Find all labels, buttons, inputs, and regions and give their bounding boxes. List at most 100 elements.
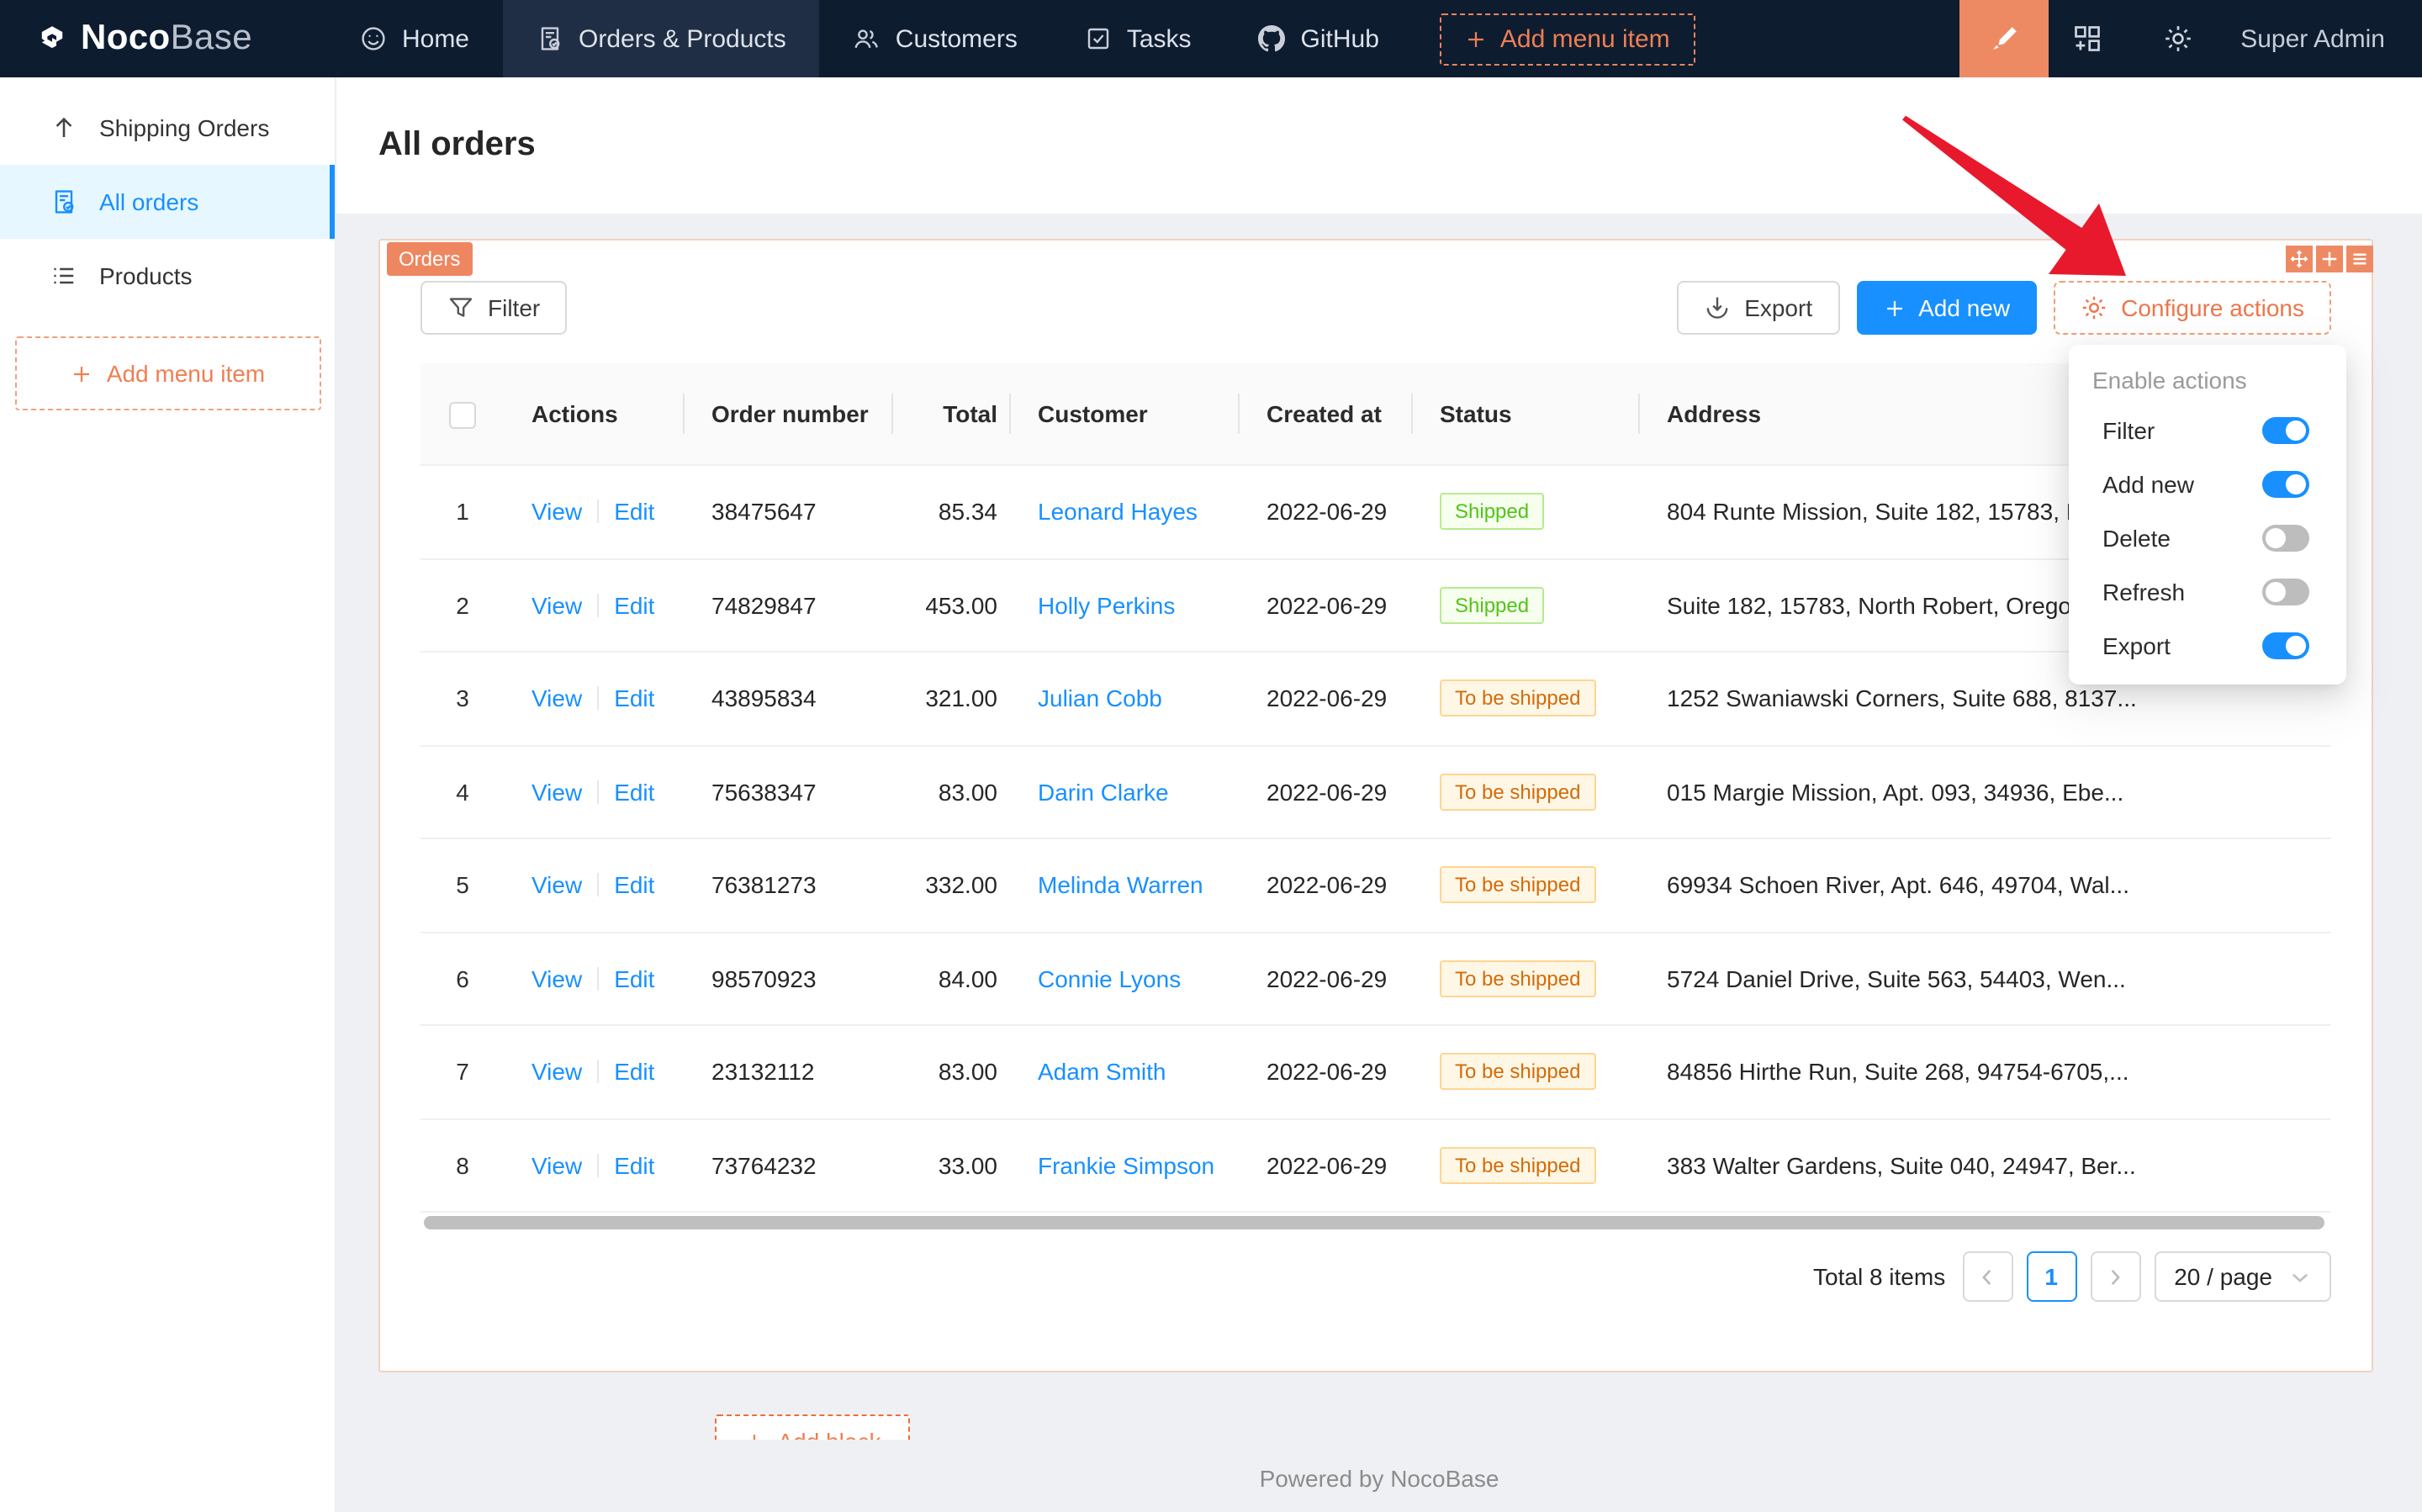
add-block-button[interactable]: Add block bbox=[715, 1414, 910, 1440]
toolbar-right: Export Add new Configure actions bbox=[1677, 281, 2331, 335]
customer-link[interactable]: Holly Perkins bbox=[1038, 592, 1175, 619]
navbar-menu: HomeOrders & ProductsCustomers Tasks GitHu… bbox=[326, 0, 1413, 77]
header-actions: Actions bbox=[505, 400, 685, 427]
edit-link[interactable]: Edit bbox=[614, 779, 654, 806]
edit-link[interactable]: Edit bbox=[614, 685, 654, 712]
gear-icon bbox=[2081, 294, 2107, 321]
edit-link[interactable]: Edit bbox=[614, 499, 654, 526]
address-cell: 1252 Swaniawski Corners, Suite 688, 8137… bbox=[1640, 685, 2331, 712]
nav-item-customers[interactable]: Customers bbox=[820, 0, 1051, 77]
customer-link[interactable]: Frankie Simpson bbox=[1038, 1152, 1214, 1179]
action-divider bbox=[597, 874, 599, 897]
status-cell: To be shipped bbox=[1413, 960, 1640, 997]
view-link[interactable]: View bbox=[531, 592, 582, 619]
toggle-switch-refresh[interactable] bbox=[2262, 579, 2309, 605]
edit-link[interactable]: Edit bbox=[614, 965, 654, 992]
toggle-switch-filter[interactable] bbox=[2262, 417, 2309, 444]
dropdown-group-title: Enable actions bbox=[2069, 353, 2346, 404]
nav-item-label: Tasks bbox=[1127, 24, 1192, 53]
edit-link[interactable]: Edit bbox=[614, 1059, 654, 1086]
toggle-switch-add-new[interactable] bbox=[2262, 471, 2309, 498]
plugin-manager-button[interactable] bbox=[2049, 0, 2126, 77]
view-link[interactable]: View bbox=[531, 779, 582, 806]
plugin-grid-icon bbox=[2072, 24, 2102, 54]
block-menu-icon[interactable] bbox=[2346, 246, 2373, 272]
export-button[interactable]: Export bbox=[1677, 281, 1839, 335]
sidebar-item-products[interactable]: Products bbox=[0, 239, 335, 313]
navbar-add-menu-item-button[interactable]: Add menu item bbox=[1440, 13, 1695, 65]
nav-item-home[interactable]: Home bbox=[326, 0, 503, 77]
filter-button-label: Filter bbox=[488, 294, 540, 321]
toggle-switch-export[interactable] bbox=[2262, 632, 2309, 659]
settings-button[interactable] bbox=[2139, 0, 2217, 77]
ui-editor-button[interactable] bbox=[1959, 0, 2049, 77]
view-link[interactable]: View bbox=[531, 872, 582, 899]
orders-table: Actions Order number Total Customer Crea… bbox=[420, 363, 2331, 1213]
plus-icon bbox=[1883, 297, 1905, 319]
sidebar-item-shipping-orders[interactable]: Shipping Orders bbox=[0, 91, 335, 165]
filter-funnel-icon bbox=[447, 294, 474, 321]
status-cell: To be shipped bbox=[1413, 774, 1640, 811]
customer-link[interactable]: Adam Smith bbox=[1038, 1059, 1166, 1086]
page-size-select[interactable]: 20 / page bbox=[2154, 1251, 2331, 1302]
block-collection-tag: Orders bbox=[387, 242, 472, 276]
row-index-cell: 4 bbox=[420, 779, 505, 806]
edit-link[interactable]: Edit bbox=[614, 592, 654, 619]
order-number-cell: 38475647 bbox=[685, 499, 893, 526]
view-link[interactable]: View bbox=[531, 499, 582, 526]
status-cell: To be shipped bbox=[1413, 1147, 1640, 1184]
status-cell: To be shipped bbox=[1413, 867, 1640, 904]
view-link[interactable]: View bbox=[531, 685, 582, 712]
add-block-clipped-container: Add block bbox=[715, 1414, 910, 1440]
edit-link[interactable]: Edit bbox=[614, 872, 654, 899]
next-page-button[interactable] bbox=[2090, 1251, 2140, 1302]
customer-link[interactable]: Leonard Hayes bbox=[1038, 499, 1198, 526]
table-row: 6ViewEdit9857092384.00Connie Lyons2022-0… bbox=[420, 933, 2331, 1026]
scrollbar-thumb[interactable] bbox=[424, 1216, 2324, 1229]
status-badge: To be shipped bbox=[1440, 774, 1595, 811]
customer-link[interactable]: Melinda Warren bbox=[1038, 872, 1203, 899]
dropdown-item-delete[interactable]: Delete bbox=[2069, 511, 2346, 565]
total-cell: 332.00 bbox=[893, 872, 1011, 899]
pagination-total: Total 8 items bbox=[1813, 1263, 1945, 1290]
dropdown-item-add-new[interactable]: Add new bbox=[2069, 457, 2346, 511]
user-menu[interactable]: Super Admin bbox=[2217, 24, 2422, 53]
total-cell: 33.00 bbox=[893, 1152, 1011, 1179]
view-link[interactable]: View bbox=[531, 1152, 582, 1179]
switch-knob bbox=[2266, 528, 2286, 548]
sidebar-item-all-orders[interactable]: All orders bbox=[0, 165, 335, 239]
page-number-button[interactable]: 1 bbox=[2026, 1251, 2076, 1302]
view-link[interactable]: View bbox=[531, 1059, 582, 1086]
sidebar: Shipping OrdersAll ordersProducts Add me… bbox=[0, 77, 336, 1512]
created-at-cell: 2022-06-29 bbox=[1240, 592, 1413, 619]
dropdown-item-filter[interactable]: Filter bbox=[2069, 404, 2346, 457]
select-all-cell bbox=[420, 399, 505, 429]
table-row: 2ViewEdit74829847453.00Holly Perkins2022… bbox=[420, 559, 2331, 653]
nav-item-github[interactable]: GitHub bbox=[1225, 0, 1413, 77]
add-new-button[interactable]: Add new bbox=[1856, 281, 2037, 335]
brand-light: Base bbox=[171, 19, 252, 57]
nav-item-tasks[interactable]: Tasks bbox=[1051, 0, 1225, 77]
select-all-checkbox[interactable] bbox=[449, 401, 476, 428]
customer-link[interactable]: Connie Lyons bbox=[1038, 965, 1181, 992]
header-total: Total bbox=[893, 400, 1011, 427]
drag-move-icon[interactable] bbox=[2286, 246, 2313, 272]
customer-link[interactable]: Darin Clarke bbox=[1038, 779, 1169, 806]
status-cell: Shipped bbox=[1413, 494, 1640, 531]
previous-page-button[interactable] bbox=[1962, 1251, 2012, 1302]
sidebar-add-menu-item-button[interactable]: Add menu item bbox=[15, 336, 321, 410]
configure-actions-button[interactable]: Configure actions bbox=[2054, 281, 2331, 335]
view-link[interactable]: View bbox=[531, 965, 582, 992]
dropdown-item-export[interactable]: Export bbox=[2069, 619, 2346, 673]
add-block-icon[interactable] bbox=[2316, 246, 2343, 272]
nav-item-orders-products[interactable]: Orders & Products bbox=[503, 0, 820, 77]
header-status: Status bbox=[1413, 400, 1640, 427]
filter-button[interactable]: Filter bbox=[420, 281, 567, 335]
customer-cell: Connie Lyons bbox=[1011, 965, 1240, 992]
customer-link[interactable]: Julian Cobb bbox=[1038, 685, 1162, 712]
toggle-switch-delete[interactable] bbox=[2262, 525, 2309, 552]
block-designer-toolbar bbox=[2286, 246, 2373, 272]
nocobase-logo[interactable]: NocoBase bbox=[0, 19, 283, 59]
edit-link[interactable]: Edit bbox=[614, 1152, 654, 1179]
dropdown-item-refresh[interactable]: Refresh bbox=[2069, 565, 2346, 619]
